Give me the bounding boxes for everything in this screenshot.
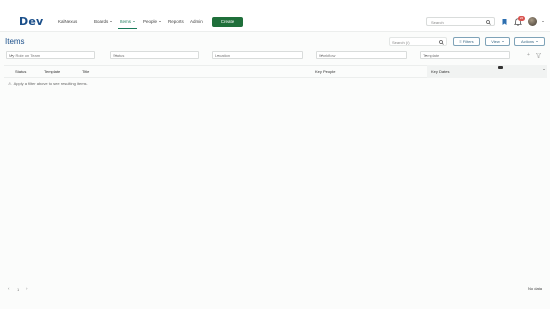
chevron-down-icon bbox=[321, 55, 323, 56]
prev-page-icon[interactable]: ‹ bbox=[8, 286, 10, 291]
nav-boards[interactable]: Boards bbox=[94, 19, 113, 24]
chevron-down-icon bbox=[159, 21, 162, 23]
funnel-icon[interactable] bbox=[536, 53, 541, 58]
global-search-input[interactable]: Search bbox=[426, 17, 495, 26]
view-button[interactable]: View bbox=[485, 37, 510, 46]
add-filter-icon[interactable]: + bbox=[527, 52, 530, 58]
filter-template[interactable]: Template bbox=[420, 51, 510, 59]
actions-button[interactable]: Actions bbox=[514, 37, 545, 46]
chevron-down-icon bbox=[501, 41, 504, 43]
column-title[interactable]: Title bbox=[82, 69, 89, 74]
nav-items[interactable]: Items bbox=[120, 19, 136, 24]
global-search-placeholder: Search bbox=[431, 19, 444, 25]
chevron-down-icon bbox=[425, 55, 427, 56]
page-number[interactable]: 1 bbox=[17, 287, 19, 292]
status-text: No data bbox=[528, 286, 543, 291]
empty-notice: ⚠ Apply a filter above to see resulting i… bbox=[8, 81, 88, 86]
create-button[interactable]: Create bbox=[212, 17, 243, 27]
actions-button-label: Actions bbox=[520, 39, 535, 44]
nav-reports[interactable]: Reports bbox=[168, 19, 184, 24]
column-key-dates[interactable]: Key Dates bbox=[431, 69, 449, 74]
chevron-down-icon bbox=[110, 21, 113, 23]
chevron-down-icon bbox=[115, 55, 117, 56]
top-bar bbox=[0, 0, 550, 32]
chevron-down-icon bbox=[11, 55, 13, 56]
nav-admin-label: Admin bbox=[190, 19, 203, 24]
search-icon bbox=[439, 39, 444, 45]
filter-location[interactable]: Location bbox=[212, 51, 303, 59]
sort-indicator-icon[interactable] bbox=[498, 66, 503, 69]
warning-icon: ⚠ bbox=[8, 81, 12, 86]
filter-workflow[interactable]: Workflow bbox=[316, 51, 407, 59]
search-icon bbox=[486, 19, 491, 25]
active-tab-indicator bbox=[118, 28, 137, 29]
items-search-input[interactable]: Search (/) bbox=[389, 37, 447, 46]
column-status[interactable]: Status bbox=[15, 69, 26, 74]
chevron-down-icon[interactable] bbox=[542, 21, 544, 22]
page-title: Items bbox=[5, 37, 25, 46]
empty-notice-text: Apply a filter above to see resulting it… bbox=[13, 81, 88, 86]
chevron-down-icon bbox=[133, 21, 136, 23]
filters-button[interactable]: ≡ Filters bbox=[453, 37, 480, 46]
bookmark-icon[interactable] bbox=[502, 19, 507, 25]
chevron-down-icon bbox=[536, 41, 539, 43]
app-logo[interactable]: Dev bbox=[19, 15, 43, 28]
nav-boards-label: Boards bbox=[94, 19, 109, 24]
next-page-icon[interactable]: › bbox=[26, 286, 28, 291]
filters-button-label: Filters bbox=[462, 39, 474, 44]
filter-my-role-placeholder: My Role on Team bbox=[9, 53, 41, 59]
nav-admin[interactable]: Admin bbox=[190, 19, 203, 24]
nav-reports-label: Reports bbox=[168, 19, 184, 24]
chevron-up-icon[interactable] bbox=[543, 69, 545, 70]
notification-badge: 22 bbox=[518, 16, 525, 21]
nav-people[interactable]: People bbox=[143, 19, 162, 24]
filter-status[interactable]: Status bbox=[110, 51, 199, 59]
column-template[interactable]: Template bbox=[44, 69, 60, 74]
filter-my-role[interactable]: My Role on Team bbox=[6, 51, 95, 59]
column-key-people[interactable]: Key People bbox=[315, 69, 335, 74]
org-switcher[interactable]: KalNexus bbox=[58, 19, 77, 24]
items-search-placeholder: Search (/) bbox=[392, 39, 410, 45]
chevron-down-icon bbox=[217, 55, 219, 56]
nav-items-label: Items bbox=[120, 19, 132, 24]
nav-people-label: People bbox=[143, 19, 158, 24]
avatar[interactable] bbox=[528, 17, 537, 26]
view-button-label: View bbox=[491, 39, 500, 44]
